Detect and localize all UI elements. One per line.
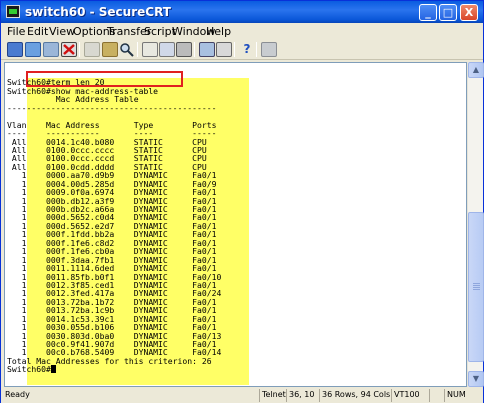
help-icon[interactable]: ? [239, 42, 255, 57]
scroll-down-button[interactable]: ▼ [468, 371, 484, 387]
terminal-area[interactable]: Switch60#term len 20 Switch60#show mac-ad… [4, 62, 467, 387]
toolbar-separator [256, 42, 257, 57]
disconnect-icon[interactable] [61, 42, 77, 57]
status-terminal-size: 36 Rows, 94 Cols [319, 389, 391, 402]
connect-icon[interactable] [7, 42, 23, 57]
menu-bar: File Edit View Options Transfer Script W… [1, 23, 483, 40]
minimize-button[interactable]: _ [419, 4, 437, 21]
print-setup-icon[interactable] [159, 42, 175, 57]
menu-view[interactable]: View [49, 25, 75, 38]
scroll-thumb[interactable] [468, 212, 484, 362]
window-title: switch60 - SecureCRT [25, 5, 171, 19]
toolbar-separator [137, 42, 138, 57]
securecrt-window: switch60 - SecureCRT _ □ X File Edit Vie… [0, 0, 484, 403]
app-icon [6, 5, 20, 18]
paste-icon[interactable] [102, 42, 118, 57]
close-button[interactable]: X [460, 4, 478, 21]
status-cursor-position: 36, 10 [286, 389, 319, 402]
copy-icon[interactable] [84, 42, 100, 57]
global-options-icon[interactable] [216, 42, 232, 57]
status-emulation: VT100 [391, 389, 429, 402]
find-icon[interactable] [119, 42, 135, 57]
status-numlock: NUM [444, 389, 482, 402]
maximize-button[interactable]: □ [439, 4, 457, 21]
status-bar: Ready Telnet 36, 10 36 Rows, 94 Cols VT1… [1, 388, 483, 403]
status-protocol: Telnet [259, 389, 286, 402]
terminal-prompt[interactable]: Switch60# [7, 364, 221, 375]
status-blank [429, 389, 444, 402]
terminal-output: Switch60#term len 20 Switch60#show mac-ad… [7, 70, 221, 374]
session-options-icon[interactable] [199, 42, 215, 57]
printer-icon[interactable] [176, 42, 192, 57]
title-bar[interactable]: switch60 - SecureCRT _ □ X [1, 1, 483, 23]
menu-edit[interactable]: Edit [27, 25, 48, 38]
about-icon[interactable] [261, 42, 277, 57]
vertical-scrollbar[interactable]: ▲ ▼ [467, 62, 484, 387]
toolbar-separator [79, 42, 80, 57]
menu-help[interactable]: Help [206, 25, 231, 38]
menu-file[interactable]: File [7, 25, 25, 38]
toolbar-separator [194, 42, 195, 57]
text-cursor [50, 365, 56, 374]
terminal-line: ----------------------------------------… [7, 102, 217, 113]
reconnect-icon[interactable] [43, 42, 59, 57]
toolbar-separator [234, 42, 235, 57]
toolbar: ? [1, 40, 483, 60]
print-icon[interactable] [142, 42, 158, 57]
status-ready: Ready [5, 390, 30, 399]
quick-connect-icon[interactable] [25, 42, 41, 57]
prompt-text: Switch60# [7, 364, 51, 375]
scroll-up-button[interactable]: ▲ [468, 62, 484, 78]
